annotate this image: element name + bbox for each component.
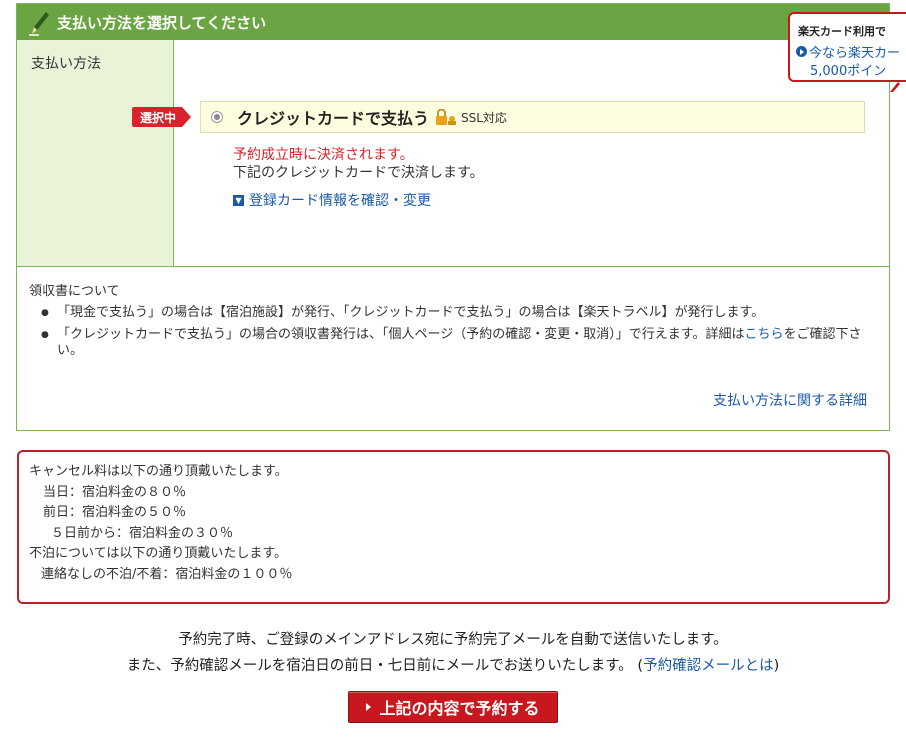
receipt-item-1: 「現金で支払う」の場合は【宿泊施設】が発行、「クレジットカードで支払う」の場合は… [41, 305, 871, 321]
lock-icon [435, 108, 457, 125]
credit-card-radio[interactable] [211, 111, 223, 123]
card-info-link-label: 登録カード情報を確認・変更 [249, 193, 431, 209]
play-arrow-icon [366, 703, 372, 711]
receipt-item-2-text: 「クレジットカードで支払う」の場合の領収書発行は、「個人ページ（予約の確認・変更… [57, 327, 745, 342]
credit-card-label: クレジットカードで支払う [237, 109, 430, 128]
arrow-circle-icon [796, 46, 807, 57]
receipt-detail-here-link[interactable]: こちら [744, 327, 783, 342]
receipt-info: 領収書について 「現金で支払う」の場合は【宿泊施設】が発行、「クレジットカードで… [17, 267, 889, 430]
receipt-list: 「現金で支払う」の場合は【宿泊施設】が発行、「クレジットカードで支払う」の場合は… [41, 305, 871, 365]
cancel-line-6: 連絡なしの不泊/不着：宿泊料金の１００％ [41, 566, 293, 582]
confirmation-mail-text: 予約完了時、ご登録のメインアドレス宛に予約完了メールを自動で送信いたします。 [178, 632, 728, 648]
receipt-item-2: 「クレジットカードで支払う」の場合の領収書発行は、「個人ページ（予約の確認・変更… [41, 327, 871, 359]
promo-link[interactable]: 今なら楽天カー [796, 42, 900, 61]
pen-icon [29, 10, 51, 36]
payment-header: 支払い方法を選択してください [17, 4, 889, 40]
cancel-line-2: 当日：宿泊料金の８０％ [43, 484, 187, 500]
cancel-line-5: 不泊については以下の通り頂戴いたします。 [29, 546, 288, 561]
cancel-line-4: ５日前から：宿泊料金の３０％ [51, 525, 234, 541]
selected-badge: 選択中 [132, 107, 192, 127]
reminder-mail-text: また、予約確認メールを宿泊日の前日・七日前にメールでお送りいたします。 (予約確… [0, 654, 906, 675]
reserve-button[interactable]: 上記の内容で予約する [348, 691, 558, 723]
cancel-policy: キャンセル料は以下の通り頂戴いたします。 当日：宿泊料金の８０％ 前日：宿泊料金… [17, 450, 890, 604]
promo-pointer-icon [890, 82, 900, 92]
chevron-down-icon: ▼ [233, 194, 244, 206]
promo-title: 楽天カード利用で [798, 25, 886, 38]
card-info-link[interactable]: ▼ 登録カード情報を確認・変更 [233, 190, 431, 210]
method-label-cell: 支払い方法 [17, 40, 174, 266]
ssl-label: SSL対応 [461, 110, 507, 125]
method-label: 支払い方法 [31, 56, 101, 72]
payment-header-title: 支払い方法を選択してください [57, 13, 267, 32]
rakuten-card-promo[interactable]: 楽天カード利用で 今なら楽天カー 5,000ポイン [788, 12, 906, 82]
card-settlement-text: 下記のクレジットカードで決済します。 [233, 165, 484, 181]
confirmation-mail-info-link[interactable]: 予約確認メールとは [643, 658, 774, 674]
promo-line-2: 5,000ポイン [810, 64, 887, 79]
reserve-button-label: 上記の内容で予約する [379, 699, 540, 718]
receipt-title: 領収書について [29, 284, 120, 299]
cancel-line-1: キャンセル料は以下の通り頂戴いたします。 [29, 464, 288, 479]
cancel-line-3: 前日：宿泊料金の５０％ [43, 505, 187, 520]
reminder-mail-post: ) [773, 658, 780, 674]
reminder-mail-pre: また、予約確認メールを宿泊日の前日・七日前にメールでお送りいたします。 ( [126, 658, 644, 674]
payment-detail-link[interactable]: 支払い方法に関する詳細 [713, 390, 867, 410]
payment-method-row: 支払い方法 選択中 クレジットカードで支払う SSL対応 予約成立時に決済されま… [17, 40, 889, 267]
payment-section: 支払い方法を選択してください 支払い方法 選択中 クレジットカードで支払う SS… [16, 3, 890, 431]
promo-line-1: 今なら楽天カー [809, 46, 901, 61]
credit-card-option[interactable]: クレジットカードで支払う SSL対応 [200, 101, 865, 133]
settlement-notice: 予約成立時に決済されます。 [233, 147, 414, 163]
receipt-item-1-text: 「現金で支払う」の場合は【宿泊施設】が発行、「クレジットカードで支払う」の場合は… [57, 305, 765, 320]
